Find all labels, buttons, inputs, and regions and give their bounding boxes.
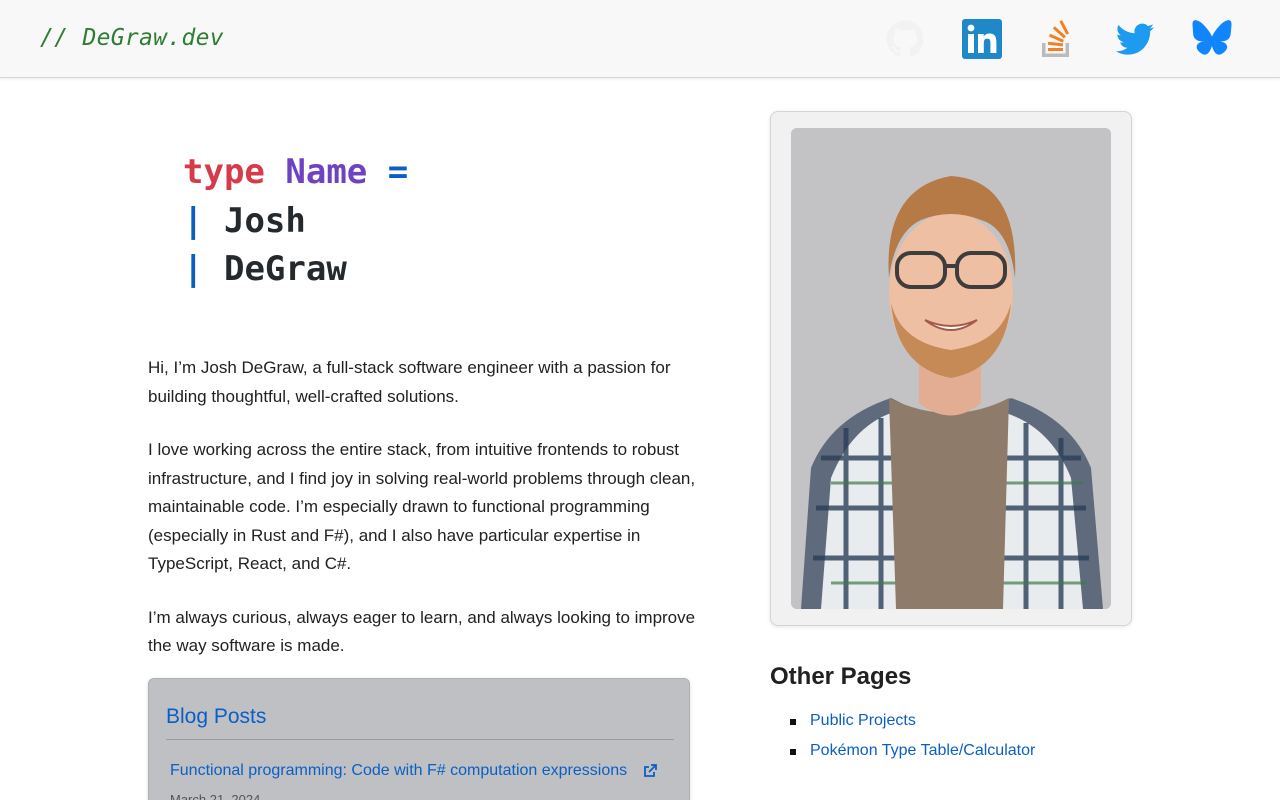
pokemon-type-table-link[interactable]: Pokémon Type Table/Calculator <box>810 742 1035 759</box>
code-case-last-name: DeGraw <box>223 249 347 289</box>
blog-post-link[interactable]: Functional programming: Code with F# com… <box>170 762 627 780</box>
github-icon <box>886 20 924 57</box>
code-type-name: Name <box>285 152 368 192</box>
stackoverflow-icon <box>1042 20 1070 57</box>
list-item: Public Projects <box>790 712 1035 742</box>
github-link[interactable] <box>885 19 925 59</box>
blog-posts-heading: Blog Posts <box>166 705 267 728</box>
blog-divider <box>166 739 674 740</box>
linkedin-icon <box>962 19 1002 59</box>
bluesky-link[interactable] <box>1192 19 1232 59</box>
intro-paragraph-3: I’m always curious, always eager to lear… <box>148 607 696 656</box>
code-pipe: | <box>183 249 204 289</box>
other-pages-list: Public Projects Pokémon Type Table/Calcu… <box>790 712 1035 772</box>
profile-photo-card <box>770 111 1132 626</box>
profile-photo <box>791 128 1111 609</box>
site-brand-link[interactable]: // DeGraw.dev <box>40 25 224 51</box>
code-case-first-name: Josh <box>223 200 306 241</box>
site-header: // DeGraw.dev <box>0 0 1280 78</box>
other-pages-heading: Other Pages <box>770 663 912 690</box>
code-equals: = <box>387 152 409 192</box>
twitter-icon <box>1115 23 1154 55</box>
code-name-title: type Name = | Josh | DeGraw <box>183 148 408 294</box>
linkedin-link[interactable] <box>962 19 1002 59</box>
code-keyword: type <box>183 152 265 192</box>
intro-paragraph-2: I love working across the entire stack, … <box>148 440 696 573</box>
bluesky-icon <box>1192 20 1232 55</box>
stackoverflow-link[interactable] <box>1037 19 1077 59</box>
external-link-icon[interactable] <box>643 764 657 778</box>
public-projects-link[interactable]: Public Projects <box>810 712 916 729</box>
intro-section: Hi, I’m Josh DeGraw, a full-stack softwa… <box>148 354 696 686</box>
profile-portrait-image <box>791 128 1111 609</box>
code-pipe: | <box>183 200 204 241</box>
intro-paragraph-1: Hi, I’m Josh DeGraw, a full-stack softwa… <box>148 358 671 406</box>
twitter-link[interactable] <box>1115 19 1155 59</box>
blog-post-date: March 21, 2024 <box>170 792 261 800</box>
list-item: Pokémon Type Table/Calculator <box>790 742 1035 772</box>
blog-posts-card: Blog Posts Functional programming: Code … <box>148 678 690 800</box>
